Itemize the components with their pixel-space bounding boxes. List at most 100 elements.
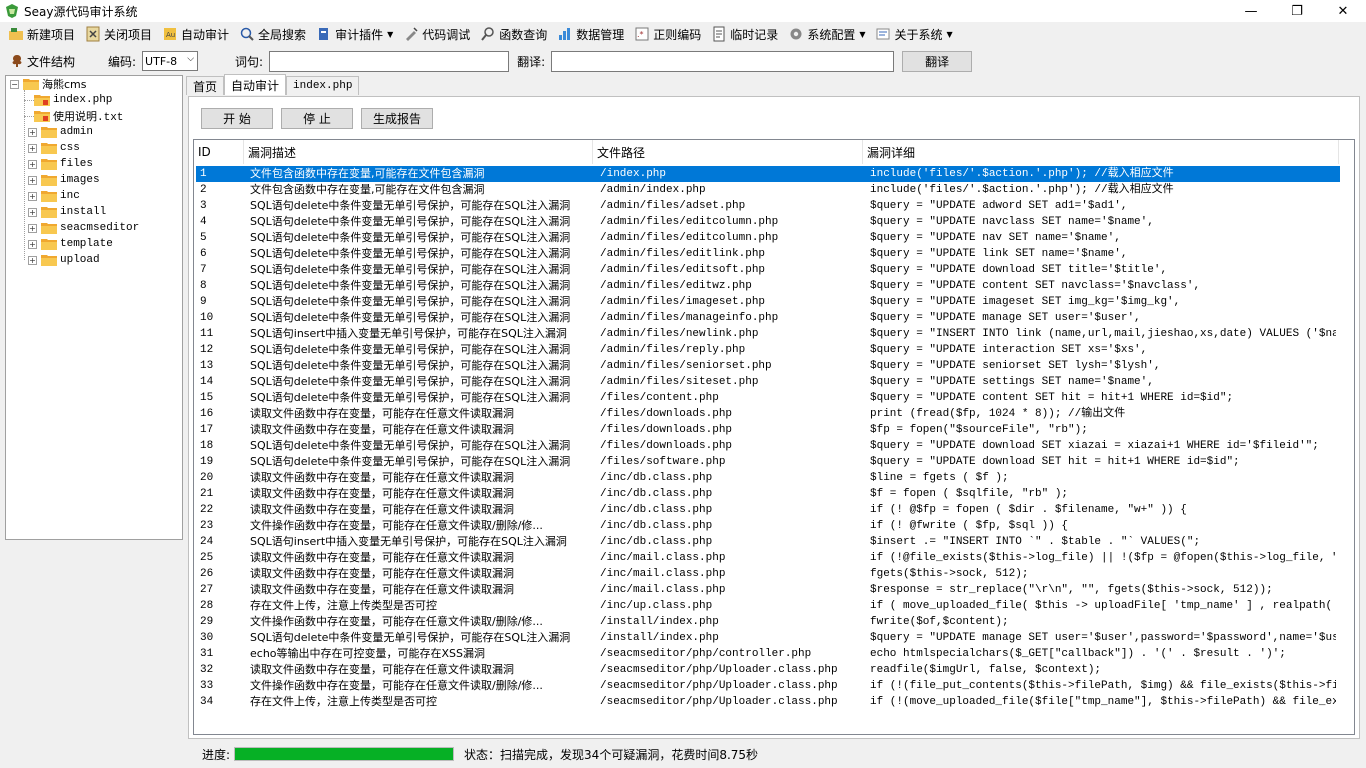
- cell-desc: SQL语句delete中条件变量无单引号保护，可能存在SQL注入漏洞: [250, 263, 571, 276]
- options-row: 文件结构 编码: UTF-8 ⌵ 词句: 翻译: 翻译: [0, 48, 1366, 74]
- cell-id: 14: [200, 376, 214, 388]
- table-row[interactable]: 20 读取文件函数中存在变量，可能存在任意文件读取漏洞/inc/db.class.…: [196, 470, 1340, 486]
- table-row[interactable]: 23 文件操作函数中存在变量，可能存在任意文件读取/删除/修... /inc/db.…: [196, 518, 1340, 534]
- table-row[interactable]: 30 SQL语句delete中条件变量无单引号保护，可能存在SQL注入漏洞/ins…: [196, 630, 1340, 646]
- table-row[interactable]: 34 存在文件上传，注意上传类型是否可控/seacmseditor/php/Upl…: [196, 694, 1340, 710]
- toolbar-item-new-project[interactable]: 新建项目: [8, 24, 75, 44]
- table-row[interactable]: 29 文件操作函数中存在变量，可能存在任意文件读取/删除/修... /install…: [196, 614, 1340, 630]
- table-row[interactable]: 12 SQL语句delete中条件变量无单引号保护，可能存在SQL注入漏洞/adm…: [196, 342, 1340, 358]
- toolbar-item-plugin[interactable]: 审计插件 ▼: [316, 24, 393, 44]
- table-row[interactable]: 7 SQL语句delete中条件变量无单引号保护，可能存在SQL注入漏洞/admi…: [196, 262, 1340, 278]
- tree-folder-node[interactable]: + install: [28, 204, 106, 220]
- table-row[interactable]: 8 SQL语句delete中条件变量无单引号保护，可能存在SQL注入漏洞/admi…: [196, 278, 1340, 294]
- toolbar-item-data-manage[interactable]: 数据管理: [557, 24, 624, 44]
- table-row[interactable]: 18 SQL语句delete中条件变量无单引号保护，可能存在SQL注入漏洞/fil…: [196, 438, 1340, 454]
- folder-icon: [34, 95, 50, 106]
- table-row[interactable]: 4 SQL语句delete中条件变量无单引号保护，可能存在SQL注入漏洞/admi…: [196, 214, 1340, 230]
- table-row[interactable]: 22 读取文件函数中存在变量，可能存在任意文件读取漏洞/inc/db.class.…: [196, 502, 1340, 518]
- table-row[interactable]: 21 读取文件函数中存在变量，可能存在任意文件读取漏洞/inc/db.class.…: [196, 486, 1340, 502]
- table-row[interactable]: 9 SQL语句delete中条件变量无单引号保护，可能存在SQL注入漏洞/admi…: [196, 294, 1340, 310]
- toolbar-item-debug[interactable]: 代码调试: [403, 24, 470, 44]
- encoding-select[interactable]: UTF-8 ⌵: [142, 51, 199, 71]
- toolbar-item-auto-audit[interactable]: Au 自动审计: [162, 24, 229, 44]
- tree-folder-node[interactable]: + files: [28, 156, 93, 172]
- table-row[interactable]: 33 文件操作函数中存在变量，可能存在任意文件读取/删除/修... /seacmse…: [196, 678, 1340, 694]
- tree-folder-node[interactable]: + css: [28, 140, 80, 156]
- table-row[interactable]: 10 SQL语句delete中条件变量无单引号保护，可能存在SQL注入漏洞/adm…: [196, 310, 1340, 326]
- table-row[interactable]: 2 文件包含函数中存在变量,可能存在文件包含漏洞/admin/index.php i…: [196, 182, 1340, 198]
- table-row[interactable]: 11 SQL语句insert中插入变量无单引号保护，可能存在SQL注入漏洞/adm…: [196, 326, 1340, 342]
- notes-icon: [713, 26, 725, 42]
- tree-folder-node[interactable]: + upload: [28, 252, 100, 268]
- tree-file-node[interactable]: 使用说明.txt: [34, 108, 123, 124]
- tree-folder-node[interactable]: + template: [28, 236, 113, 252]
- tree-folder-node[interactable]: + admin: [28, 124, 93, 140]
- cell-detail: if (!@file_exists($this->log_file) || !(…: [870, 552, 1336, 564]
- expand-icon[interactable]: +: [28, 175, 37, 185]
- table-row[interactable]: 1 文件包含函数中存在变量,可能存在文件包含漏洞/index.php include…: [196, 166, 1340, 182]
- tab-index-php[interactable]: index.php: [286, 76, 360, 95]
- table-row[interactable]: 19 SQL语句delete中条件变量无单引号保护，可能存在SQL注入漏洞/fil…: [196, 454, 1340, 470]
- tree-folder-node[interactable]: + inc: [28, 188, 80, 204]
- column-header-detail[interactable]: 漏洞详细: [863, 140, 1339, 164]
- maximize-button[interactable]: ❐: [1274, 0, 1320, 22]
- toolbar-item-gear[interactable]: 系统配置 ▼: [788, 24, 865, 44]
- table-row[interactable]: 28 存在文件上传，注意上传类型是否可控/inc/up.class.php if (…: [196, 598, 1340, 614]
- table-row[interactable]: 13 SQL语句delete中条件变量无单引号保护，可能存在SQL注入漏洞/adm…: [196, 358, 1340, 374]
- tab-home[interactable]: 首页: [186, 76, 225, 95]
- tree-folder-node[interactable]: + images: [28, 172, 100, 188]
- word-input[interactable]: [269, 50, 510, 72]
- expand-icon[interactable]: +: [28, 223, 37, 233]
- table-row[interactable]: 5 SQL语句delete中条件变量无单引号保护，可能存在SQL注入漏洞/admi…: [196, 230, 1340, 246]
- cell-desc: 读取文件函数中存在变量，可能存在任意文件读取漏洞: [250, 423, 514, 436]
- table-row[interactable]: 32 读取文件函数中存在变量，可能存在任意文件读取漏洞/seacmseditor/…: [196, 662, 1340, 678]
- tree-folder-node[interactable]: + seacmseditor: [28, 220, 139, 236]
- start-button[interactable]: 开 始: [201, 108, 273, 129]
- toolbar-item-about[interactable]: 关于系统 ▼: [875, 24, 953, 44]
- table-row[interactable]: 17 读取文件函数中存在变量，可能存在任意文件读取漏洞/files/downloa…: [196, 422, 1340, 438]
- translate-input[interactable]: [551, 50, 895, 72]
- folder-icon: [41, 255, 57, 266]
- expand-icon[interactable]: +: [28, 255, 37, 265]
- cell-detail: if (! @$fp = fopen ( $dir . $filename, "…: [870, 504, 1187, 516]
- expand-icon[interactable]: +: [28, 127, 37, 137]
- expand-icon[interactable]: +: [28, 159, 37, 169]
- tree-root-node[interactable]: − 海熊cms: [10, 76, 87, 92]
- toolbar-item-regex[interactable]: .* 正则编码: [634, 24, 701, 44]
- toolbar-item-close-project[interactable]: 关闭项目: [85, 24, 152, 44]
- stop-button[interactable]: 停 止: [281, 108, 353, 129]
- translate-button[interactable]: 翻译: [902, 50, 973, 72]
- toolbar-item-function-query[interactable]: 函数查询: [480, 24, 547, 44]
- cell-path: /files/software.php: [600, 456, 726, 468]
- toolbar-item-notes[interactable]: 临时记录: [711, 24, 778, 44]
- cell-desc: SQL语句delete中条件变量无单引号保护，可能存在SQL注入漏洞: [250, 295, 571, 308]
- expand-icon[interactable]: +: [28, 143, 37, 153]
- cell-desc: 读取文件函数中存在变量，可能存在任意文件读取漏洞: [250, 583, 514, 596]
- generate-report-button[interactable]: 生成报告: [361, 108, 433, 129]
- table-row[interactable]: 27 读取文件函数中存在变量，可能存在任意文件读取漏洞/inc/mail.clas…: [196, 582, 1340, 598]
- tree-file-node[interactable]: index.php: [34, 92, 112, 108]
- expand-icon[interactable]: +: [28, 207, 37, 217]
- table-row[interactable]: 6 SQL语句delete中条件变量无单引号保护，可能存在SQL注入漏洞/admi…: [196, 246, 1340, 262]
- table-row[interactable]: 16 读取文件函数中存在变量，可能存在任意文件读取漏洞/files/downloa…: [196, 406, 1340, 422]
- table-row[interactable]: 15 SQL语句delete中条件变量无单引号保护，可能存在SQL注入漏洞/fil…: [196, 390, 1340, 406]
- table-row[interactable]: 31 echo等输出中存在可控变量，可能存在XSS漏洞/seacmseditor/…: [196, 646, 1340, 662]
- expand-icon[interactable]: +: [28, 239, 37, 249]
- cell-detail: echo htmlspecialchars($_GET["callback"])…: [870, 648, 1286, 660]
- table-row[interactable]: 26 读取文件函数中存在变量，可能存在任意文件读取漏洞/inc/mail.clas…: [196, 566, 1340, 582]
- table-row[interactable]: 24 SQL语句insert中插入变量无单引号保护，可能存在SQL注入漏洞/inc…: [196, 534, 1340, 550]
- table-row[interactable]: 3 SQL语句delete中条件变量无单引号保护，可能存在SQL注入漏洞/admi…: [196, 198, 1340, 214]
- close-window-button[interactable]: ✕: [1320, 0, 1366, 22]
- column-header-desc[interactable]: 漏洞描述: [244, 140, 593, 164]
- minimize-button[interactable]: —: [1228, 0, 1274, 22]
- collapse-icon[interactable]: −: [10, 79, 19, 89]
- results-table[interactable]: ID 漏洞描述 文件路径 漏洞详细 1 文件包含函数中存在变量,可能存在文件包含漏…: [193, 139, 1355, 735]
- toolbar-item-global-search[interactable]: 全局搜索: [239, 24, 306, 44]
- column-header-id[interactable]: ID: [194, 140, 244, 164]
- file-tree[interactable]: − 海熊cms index.php 使用说明.txt + admin + css + files +…: [5, 75, 183, 540]
- table-row[interactable]: 25 读取文件函数中存在变量，可能存在任意文件读取漏洞/inc/mail.clas…: [196, 550, 1340, 566]
- tab-auto-audit[interactable]: 自动审计: [224, 74, 287, 95]
- table-row[interactable]: 14 SQL语句delete中条件变量无单引号保护，可能存在SQL注入漏洞/adm…: [196, 374, 1340, 390]
- expand-icon[interactable]: +: [28, 191, 37, 201]
- column-header-path[interactable]: 文件路径: [593, 140, 863, 164]
